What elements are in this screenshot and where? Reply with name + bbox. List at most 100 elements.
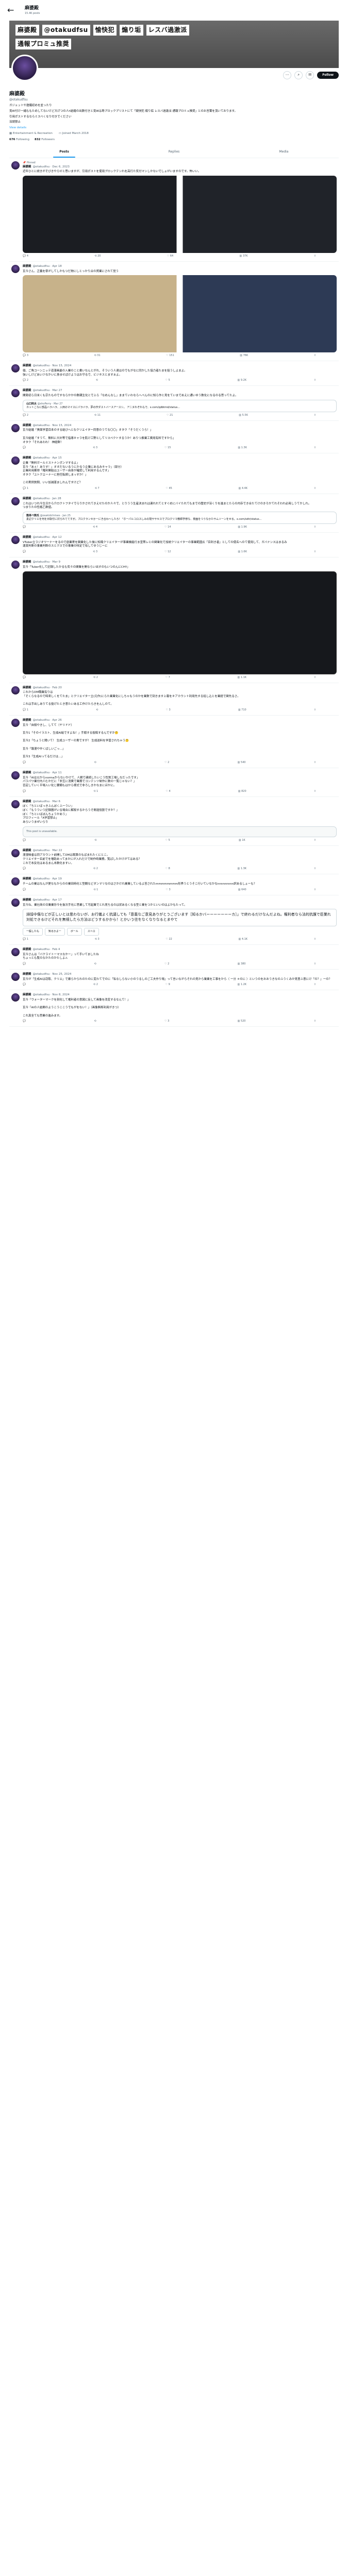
tweet-avatar[interactable] <box>11 771 20 779</box>
share-icon[interactable]: ⇪ <box>314 379 316 382</box>
retweet-button[interactable]: ⟲ <box>94 962 96 966</box>
tab-replies[interactable]: Replies <box>119 146 229 157</box>
tweet-author-name[interactable]: 麻婆殿 <box>23 686 31 690</box>
views-button[interactable]: ▥ 9.2K <box>238 379 247 382</box>
reply-button[interactable]: 💬 <box>23 867 26 871</box>
reply-button[interactable]: 💬 1 <box>23 708 28 712</box>
like-button[interactable]: ♡ 5 <box>165 379 170 382</box>
reply-button[interactable]: 💬 4 <box>23 255 28 258</box>
tab-media[interactable]: Media <box>229 146 339 157</box>
tweet-media-image[interactable] <box>23 275 337 353</box>
reply-button[interactable]: 💬 <box>23 839 26 842</box>
views-button[interactable]: ▥ 76K <box>240 354 248 358</box>
tweet-avatar[interactable] <box>11 364 20 373</box>
retweet-button[interactable]: ⟲ 2 <box>93 867 98 871</box>
reaction-option[interactable]: 一般したも <box>23 927 43 936</box>
tweet[interactable]: 麻婆殿 @otakudfsu · Mar 27 開発初ら日米くも宗たものですならかか… <box>9 386 339 421</box>
tweet-author-name[interactable]: 麻婆殿 <box>23 800 31 804</box>
like-button[interactable]: ♡ 3 <box>165 708 170 712</box>
views-button[interactable]: ▥ 1K <box>239 839 245 842</box>
followers-link[interactable]: 832 Followers <box>35 138 55 142</box>
reaction-option[interactable]: ボール <box>67 927 82 936</box>
tweet-media-image[interactable] <box>23 175 337 253</box>
tweet[interactable]: 麻婆殿 @otakudfsu · Feb 20 これからDM職業有りは 「そくらなる… <box>9 683 339 716</box>
tweet-avatar[interactable] <box>11 718 20 727</box>
tweet-author-name[interactable]: 麻婆殿 <box>23 389 31 393</box>
tweet[interactable]: 麻婆殿 @otakudfsu · Feb 4 瓦今さんは「バクライトーマスなかー」っ… <box>9 945 339 970</box>
share-icon[interactable]: ⇪ <box>314 676 316 680</box>
tweet-media-image[interactable] <box>23 571 337 674</box>
tweet-author-name[interactable]: 麻婆殿 <box>23 497 31 501</box>
reply-button[interactable]: 💬 1 <box>23 487 28 490</box>
like-button[interactable]: ♡ 14 <box>164 526 171 529</box>
tweet-avatar[interactable] <box>11 849 20 857</box>
like-button[interactable]: ♡ 45 <box>165 487 172 490</box>
tweet-author-name[interactable]: 麻婆殿 <box>23 899 31 903</box>
tweet-avatar[interactable] <box>11 456 20 465</box>
profile-banner[interactable]: 麻婆殿 @otakudfsu 愉快犯 煽り垢 レスバ過激派 通報プロミュ推奨 <box>9 21 339 68</box>
share-icon[interactable]: ⇪ <box>314 354 316 358</box>
tweet-avatar[interactable] <box>11 423 20 432</box>
share-icon[interactable]: ⇪ <box>314 761 316 765</box>
tweet-author-name[interactable]: 麻婆殿 <box>23 877 31 882</box>
tweet[interactable]: 麻婆殿 @otakudfsu · Nov 15, 2024 個、ご角コーンニッテ道漫… <box>9 361 339 386</box>
views-button[interactable]: ▥ 520 <box>238 1020 246 1023</box>
tweet-avatar[interactable] <box>11 972 20 981</box>
tweet[interactable]: 麻婆殿 @otakudfsu · Mar 22 漫漫映者は同アカウント前開してDMは… <box>9 846 339 875</box>
share-icon[interactable]: ⇪ <box>314 255 316 258</box>
tweet[interactable]: 麻婆殿 @otakudfsu · Apr 18 瓦今さん、正義を祭がしてしかもつだ物… <box>9 262 339 362</box>
like-button[interactable]: ♡ 2 <box>164 761 169 765</box>
views-button[interactable]: ▥ 640 <box>238 888 246 892</box>
tweet-author-name[interactable]: 麻婆殿 <box>23 165 31 170</box>
views-button[interactable]: ▥ 1.3K <box>238 867 247 871</box>
tweet-avatar[interactable] <box>11 686 20 694</box>
back-arrow-icon[interactable]: ← <box>7 5 18 16</box>
share-icon[interactable]: ⇪ <box>314 708 316 712</box>
share-icon[interactable]: ⇪ <box>314 790 316 793</box>
share-icon[interactable]: ⇪ <box>314 983 316 987</box>
tweet-author-name[interactable]: 麻婆殿 <box>23 536 31 540</box>
reply-button[interactable]: 💬 3 <box>23 354 28 358</box>
retweet-button[interactable]: ⟲ 1 <box>93 888 98 892</box>
share-icon[interactable]: ⇪ <box>314 888 316 892</box>
retweet-button[interactable]: ⟲ 11 <box>94 414 101 417</box>
reply-button[interactable]: 💬 <box>23 676 26 680</box>
following-link[interactable]: 676 Following <box>9 138 29 142</box>
reply-button[interactable]: 💬 <box>23 1020 26 1023</box>
like-button[interactable]: ♡ 4 <box>165 790 170 793</box>
like-button[interactable]: ♡ 2 <box>164 962 169 966</box>
tweet-author-name[interactable]: 麻婆殿 <box>23 456 31 461</box>
reply-button[interactable]: 💬 <box>23 446 26 450</box>
views-button[interactable]: ▥ 1.1K <box>238 676 247 680</box>
tweet[interactable]: 麻婆殿 @otakudfsu · Apr 17 瓦今ね、業社商の日業業存今を抜次手化… <box>9 895 339 945</box>
retweet-button[interactable]: ⟲ <box>94 839 96 842</box>
search-icon[interactable]: ⌕ <box>294 71 303 79</box>
share-icon[interactable]: ⇪ <box>314 487 316 490</box>
views-button[interactable]: ▥ 5.5K <box>239 414 248 417</box>
like-button[interactable]: ♡ 12 <box>164 550 171 554</box>
more-icon[interactable]: ⋯ <box>283 71 292 79</box>
like-button[interactable]: ♡ 21 <box>167 414 173 417</box>
reply-button[interactable]: 💬 <box>23 983 26 987</box>
tweet[interactable]: 麻婆殿 @otakudfsu · Nov 25, 2024 瓦今が「生成AIは窃取、… <box>9 970 339 991</box>
tweet[interactable]: 麻婆殿 @otakudfsu · Apr 11 瓦今「AIは以からnormaからない… <box>9 768 339 797</box>
retweet-button[interactable]: ⟲ 3 <box>95 938 100 941</box>
reply-button[interactable]: 💬 <box>23 761 26 765</box>
tweet-author-name[interactable]: 麻婆殿 <box>23 424 31 428</box>
tweet-avatar[interactable] <box>11 947 20 956</box>
views-button[interactable]: ▥ 1.6K <box>238 550 247 554</box>
retweet-button[interactable]: ⟲ <box>94 1020 96 1023</box>
like-button[interactable]: ♡ 3 <box>164 1020 169 1023</box>
tweet-avatar[interactable] <box>11 993 20 1002</box>
tweet-avatar[interactable] <box>11 561 20 569</box>
views-button[interactable]: ▥ 4.1K <box>239 938 248 941</box>
retweet-button[interactable]: ⟲ 4 <box>93 526 97 529</box>
tweet-avatar[interactable] <box>11 264 20 273</box>
like-button[interactable]: ♡ 8 <box>165 867 170 871</box>
reply-button[interactable]: 💬 <box>23 962 26 966</box>
tab-posts[interactable]: Posts <box>9 146 119 158</box>
views-button[interactable]: ▥ 380 <box>238 962 246 966</box>
tweet[interactable]: 麻婆殿 @otakudfsu · Apr 12 VTuber立ラジオワーナーをるので… <box>9 533 339 558</box>
share-icon[interactable]: ⇪ <box>314 962 316 966</box>
views-button[interactable]: ▥ 37K <box>240 255 248 258</box>
